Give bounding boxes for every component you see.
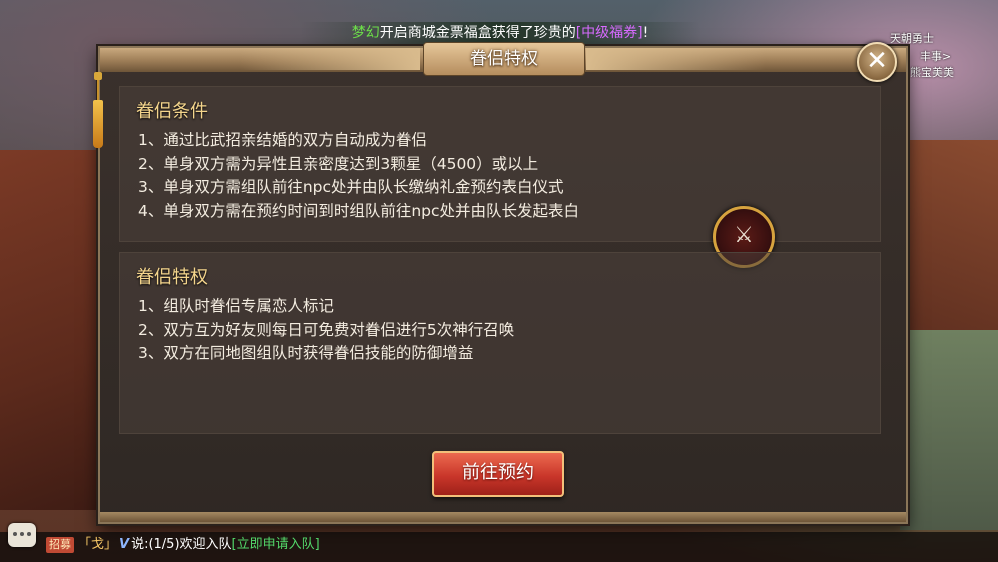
dialog-bottom-border	[100, 512, 906, 522]
title-ornament-left	[240, 48, 420, 70]
dialog-title: 眷侣特权	[423, 42, 585, 76]
scene-roof-left	[0, 150, 110, 510]
tassel-knot	[94, 72, 102, 80]
recruit-tag: 招募	[46, 537, 74, 553]
scene-player-sub: 丰事>	[920, 50, 952, 63]
privileges-heading: 眷侣特权	[136, 267, 208, 288]
conditions-list: 1、通过比武招亲结婚的双方自动成为眷侣 2、单身双方需为异性且亲密度达到3颗星（…	[138, 129, 579, 223]
condition-item: 4、单身双方需在预约时间到时组队前往npc处并由队长发起表白	[138, 201, 580, 220]
close-button[interactable]: ✕	[857, 42, 897, 82]
go-reserve-button[interactable]: 前往预约	[432, 451, 564, 497]
scene-player-title: 天朝勇士	[890, 32, 934, 45]
scene-grass-right	[900, 330, 998, 530]
broadcast-item-link[interactable]: [中级福券]	[576, 25, 643, 41]
privileges-section: 眷侣特权 1、组队时眷侣专属恋人标记 2、双方互为好友则每日可免费对眷侣进行5次…	[119, 252, 881, 434]
conditions-heading: 眷侣条件	[136, 101, 208, 122]
tassel-ornament	[93, 72, 103, 152]
chat-dot	[13, 532, 17, 536]
broadcast-end: !	[642, 25, 649, 41]
scene-player-name: 熊宝美美	[910, 66, 954, 79]
chat-dot	[27, 532, 31, 536]
apply-join-link[interactable]: [立即申请入队]	[232, 537, 320, 552]
vip-badge: V	[119, 537, 130, 552]
tassel-cord	[97, 80, 99, 100]
condition-item: 2、单身双方需为异性且亲密度达到3颗星（4500）或以上	[138, 154, 539, 173]
chat-dot	[20, 532, 24, 536]
condition-item: 3、单身双方需组队前往npc处并由队长缴纳礼金预约表白仪式	[138, 178, 564, 196]
condition-item: 1、通过比武招亲结婚的双方自动成为眷侣	[138, 131, 427, 149]
privilege-item: 1、组队时眷侣专属恋人标记	[138, 297, 334, 315]
privilege-item: 3、双方在同地图组队时获得眷侣技能的防御增益	[138, 344, 474, 362]
privilege-item: 2、双方互为好友则每日可免费对眷侣进行5次神行召唤	[138, 320, 515, 339]
privileges-list: 1、组队时眷侣专属恋人标记 2、双方互为好友则每日可免费对眷侣进行5次神行召唤 …	[138, 295, 514, 366]
broadcast-player-name[interactable]: 梦幻	[352, 25, 380, 41]
chat-message: 招募 「戈」 V 说:(1/5)欢迎入队[立即申请入队]	[46, 536, 320, 554]
title-ornament-right	[586, 48, 766, 70]
chat-sender-name[interactable]: 「戈」	[78, 537, 117, 552]
chat-text: 说:(1/5)欢迎入队	[131, 537, 232, 552]
system-broadcast: 梦幻开启商城金票福盒获得了珍贵的[中级福券]!	[300, 22, 700, 44]
chat-bubble-icon[interactable]	[8, 523, 36, 547]
broadcast-text: 开启商城金票福盒获得了珍贵的	[379, 25, 576, 41]
close-icon: ✕	[866, 46, 888, 76]
tassel-fringe	[93, 100, 103, 148]
